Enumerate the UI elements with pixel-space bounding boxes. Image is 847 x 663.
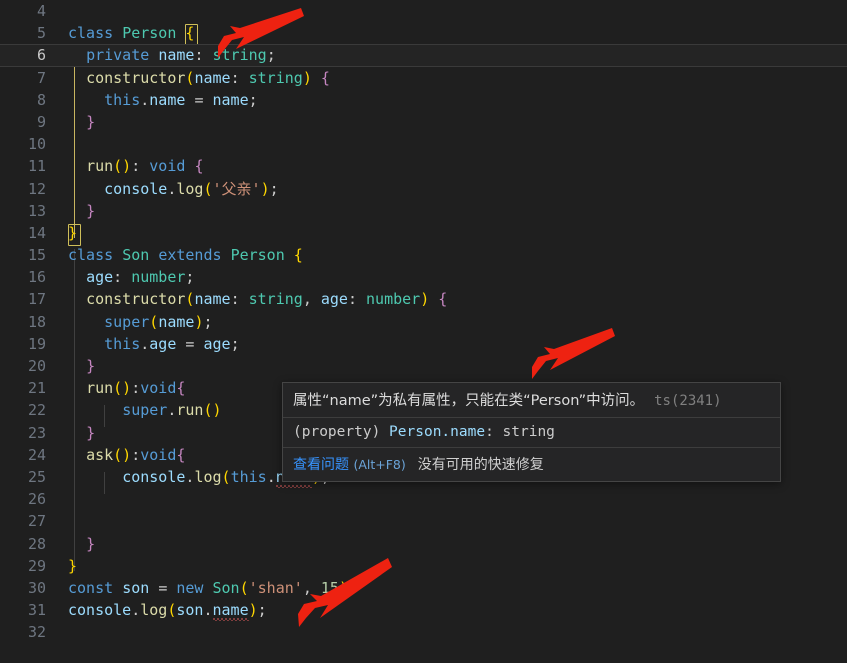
code-line-content: run(): void { bbox=[86, 157, 204, 176]
code-line-content: private name: string; bbox=[86, 46, 276, 65]
code-line-content: this.name = name; bbox=[104, 90, 258, 109]
line-number: 15 bbox=[27, 246, 46, 265]
code-line[interactable]: 7 constructor(name: string) { bbox=[0, 67, 847, 89]
code-line-content: } bbox=[86, 534, 96, 553]
tooltip-error-code: ts(2341) bbox=[654, 393, 722, 409]
code-editor[interactable]: 4 5 class Person {6 private name: string; 7… bbox=[0, 0, 847, 663]
code-line-content: super(name); bbox=[104, 312, 213, 331]
code-line[interactable]: 5 class Person { bbox=[0, 22, 847, 44]
code-line-content: class Person { bbox=[68, 24, 195, 43]
line-number: 18 bbox=[27, 312, 46, 331]
code-line-content: } bbox=[68, 223, 78, 242]
line-number: 5 bbox=[36, 24, 46, 43]
code-line-content: const son = new Son('shan', 15) bbox=[68, 578, 348, 597]
line-number: 24 bbox=[27, 445, 46, 464]
code-line[interactable]: 9 } bbox=[0, 111, 847, 133]
view-problem-shortcut: (Alt+F8) bbox=[353, 457, 406, 472]
tooltip-signature-owner: Person.name bbox=[389, 424, 486, 440]
tooltip-signature-kind: (property) bbox=[293, 424, 381, 440]
code-line-content: } bbox=[68, 556, 78, 575]
code-line-content: super.run() bbox=[122, 401, 222, 420]
line-number: 28 bbox=[27, 534, 46, 553]
code-line[interactable]: 20 } bbox=[0, 355, 847, 377]
code-line[interactable]: 16 age: number; bbox=[0, 266, 847, 288]
view-problem-label: 查看问题 bbox=[293, 457, 349, 473]
code-line[interactable]: 8 this.name = name; bbox=[0, 89, 847, 111]
line-number: 17 bbox=[27, 290, 46, 309]
code-line[interactable]: 32 bbox=[0, 621, 847, 643]
line-number: 27 bbox=[27, 512, 46, 531]
code-line[interactable]: 31 console.log(son.name); bbox=[0, 599, 847, 621]
code-line[interactable]: 12 console.log('父亲'); bbox=[0, 178, 847, 200]
code-line-content: class Son extends Person { bbox=[68, 246, 303, 265]
code-line[interactable]: 30 const son = new Son('shan', 15) bbox=[0, 577, 847, 599]
code-line[interactable]: 29} bbox=[0, 555, 847, 577]
code-line-content: console.log(son.name); bbox=[68, 601, 267, 620]
line-number: 7 bbox=[36, 68, 46, 87]
line-number: 22 bbox=[27, 401, 46, 420]
code-line[interactable]: 10 bbox=[0, 133, 847, 155]
line-number: 23 bbox=[27, 423, 46, 442]
hover-tooltip[interactable]: 属性“name”为私有属性，只能在类“Person”中访问。 ts(2341) (… bbox=[282, 382, 781, 482]
line-number: 6 bbox=[36, 46, 46, 65]
tooltip-signature-type: : string bbox=[485, 424, 555, 440]
line-number: 25 bbox=[27, 467, 46, 486]
code-line[interactable]: 14} bbox=[0, 222, 847, 244]
code-line-content: ask():void{ bbox=[86, 445, 186, 464]
line-number: 29 bbox=[27, 556, 46, 575]
line-number: 9 bbox=[36, 112, 46, 131]
code-line-content: } bbox=[86, 112, 96, 131]
code-line-content: constructor(name: string, age: number) { bbox=[86, 290, 448, 309]
line-number: 13 bbox=[27, 201, 46, 220]
view-problem-link[interactable]: 查看问题 (Alt+F8) bbox=[293, 454, 406, 474]
code-line[interactable]: 28 } bbox=[0, 533, 847, 555]
line-number: 31 bbox=[27, 601, 46, 620]
line-number: 10 bbox=[27, 135, 46, 154]
code-line[interactable]: 11 run(): void { bbox=[0, 155, 847, 177]
code-line-content: console.log('父亲'); bbox=[104, 179, 279, 198]
code-line-content: } bbox=[86, 201, 96, 220]
no-quickfix-label: 没有可用的快速修复 bbox=[417, 457, 544, 473]
line-number: 30 bbox=[27, 578, 46, 597]
line-number: 12 bbox=[27, 179, 46, 198]
tooltip-actions-row: 查看问题 (Alt+F8) 没有可用的快速修复 bbox=[283, 447, 780, 481]
code-line-content: run():void{ bbox=[86, 379, 186, 398]
line-number: 4 bbox=[36, 2, 46, 20]
tooltip-signature-row: (property) Person.name: string bbox=[283, 417, 780, 447]
tooltip-message-row: 属性“name”为私有属性，只能在类“Person”中访问。 ts(2341) bbox=[283, 383, 780, 417]
code-line[interactable]: 18 super(name); bbox=[0, 311, 847, 333]
line-number: 20 bbox=[27, 357, 46, 375]
line-number: 8 bbox=[36, 90, 46, 109]
code-line[interactable]: 15 class Son extends Person { bbox=[0, 244, 847, 266]
line-number: 21 bbox=[27, 379, 46, 398]
code-line-content: } bbox=[86, 357, 96, 375]
line-number: 14 bbox=[27, 223, 46, 242]
line-number: 11 bbox=[27, 157, 46, 176]
code-line[interactable]: 13 } bbox=[0, 200, 847, 222]
code-line-content: constructor(name: string) { bbox=[86, 68, 330, 87]
code-line-content: } bbox=[86, 423, 96, 442]
code-line[interactable]: 26 bbox=[0, 488, 847, 510]
code-line-content: age: number; bbox=[86, 268, 195, 287]
line-number: 16 bbox=[27, 268, 46, 287]
code-line[interactable]: 17 constructor(name: string, age: number… bbox=[0, 288, 847, 310]
line-number: 32 bbox=[27, 623, 46, 642]
line-number: 19 bbox=[27, 334, 46, 353]
line-number: 26 bbox=[27, 490, 46, 509]
code-line[interactable]: 27 bbox=[0, 510, 847, 532]
code-line[interactable]: 19 this.age = age; bbox=[0, 333, 847, 355]
tooltip-error-message: 属性“name”为私有属性，只能在类“Person”中访问。 bbox=[293, 393, 645, 409]
code-line-content: this.age = age; bbox=[104, 334, 240, 353]
code-line[interactable]: 4 bbox=[0, 0, 847, 22]
code-line[interactable]: 6 private name: string; bbox=[0, 44, 847, 67]
